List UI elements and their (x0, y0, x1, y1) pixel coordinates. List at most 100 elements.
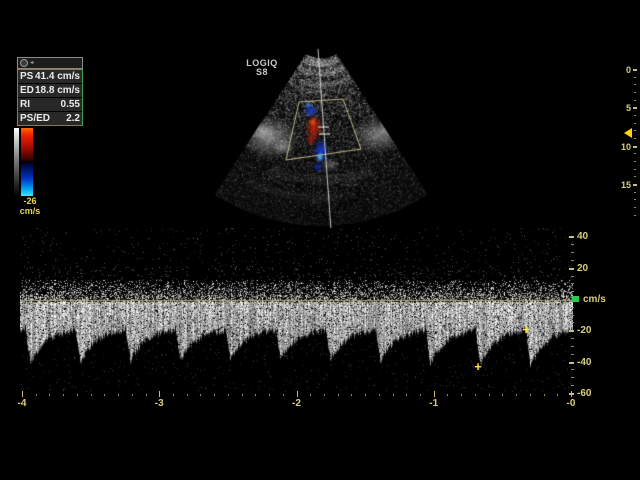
measurement-value: 18.8 cm/s (35, 85, 80, 96)
velocity-tick (569, 268, 574, 270)
velocity-tick (571, 338, 574, 339)
time-tick (242, 394, 243, 396)
velocity-tick (569, 330, 574, 332)
time-tick (530, 394, 531, 396)
time-axis-label: -0 (562, 399, 580, 409)
time-tick (297, 391, 298, 397)
time-tick (516, 394, 517, 396)
time-tick (104, 394, 105, 396)
velocity-tick (571, 244, 574, 245)
depth-tick (634, 123, 636, 124)
velocity-tick (571, 377, 574, 378)
time-tick (77, 394, 78, 396)
time-tick (502, 394, 503, 396)
depth-tick (633, 69, 637, 71)
time-tick (269, 394, 270, 396)
velocity-axis-label: 40 (577, 232, 588, 242)
depth-tick (634, 153, 636, 154)
time-tick (338, 394, 339, 396)
measurement-row: PS41.4 cm/s (18, 70, 82, 84)
time-axis-label: -4 (13, 399, 31, 409)
depth-scale-label: 0 (617, 66, 631, 75)
depth-tick (634, 115, 636, 116)
time-axis-label: -1 (425, 399, 443, 409)
velocity-axis-label: -20 (577, 326, 591, 336)
velocity-tick (571, 283, 574, 284)
ed-caliper-icon[interactable]: + (520, 324, 532, 336)
velocity-tick (571, 354, 574, 355)
baseline-position-marker[interactable] (572, 296, 579, 302)
time-tick (228, 394, 229, 396)
depth-tick (633, 107, 637, 109)
velocity-tick (569, 236, 574, 238)
time-tick (283, 394, 284, 396)
time-tick (36, 394, 37, 396)
machine-model-label: LOGIQ S8 (240, 59, 284, 77)
depth-tick (633, 146, 637, 148)
velocity-tick (569, 362, 574, 364)
measurement-value: 2.2 (66, 113, 80, 124)
time-tick (489, 394, 490, 396)
measurement-row: ED18.8 cm/s (18, 84, 82, 98)
time-tick (200, 394, 201, 396)
measurement-label: RI (20, 99, 30, 110)
spectral-doppler-display[interactable] (20, 228, 573, 392)
time-tick (434, 391, 435, 397)
machine-model: S8 (240, 68, 284, 77)
velocity-axis-label: -40 (577, 358, 591, 368)
velocity-tick (571, 369, 574, 370)
focus-position-icon[interactable] (624, 128, 632, 138)
measurement-label: PS (20, 71, 33, 82)
measurement-row: PS/ED 2.2 (18, 112, 82, 125)
depth-tick (634, 169, 636, 170)
time-tick (22, 391, 23, 397)
time-tick (351, 394, 352, 396)
depth-scale-label: 10 (617, 143, 631, 152)
time-tick (420, 394, 421, 396)
velocity-tick (571, 346, 574, 347)
depth-tick (634, 176, 636, 177)
depth-tick (634, 207, 636, 208)
measurement-row: RI 0.55 (18, 98, 82, 112)
time-tick (324, 394, 325, 396)
time-tick (118, 394, 119, 396)
time-tick (255, 394, 256, 396)
depth-tick (634, 130, 636, 131)
measurement-label: PS/ED (20, 113, 50, 124)
time-tick (310, 394, 311, 396)
color-scale-label: -26 cm/s (10, 196, 50, 216)
ultrasound-screen: ⌖ PS41.4 cm/sED18.8 cm/sRI0.55PS/ED2.2 -… (0, 0, 640, 480)
velocity-tick (571, 307, 574, 308)
depth-scale-label: 15 (617, 181, 631, 190)
time-tick (132, 394, 133, 396)
time-tick (557, 394, 558, 396)
depth-scale-label: 5 (617, 104, 631, 113)
measurement-label: ED (20, 85, 34, 96)
results-panel-header[interactable]: ⌖ (17, 57, 83, 69)
velocity-axis-label: -60 (577, 389, 591, 399)
measurement-value: 41.4 cm/s (35, 71, 80, 82)
depth-tick (634, 92, 636, 93)
color-doppler-scale-bar (21, 128, 33, 196)
depth-tick (634, 138, 636, 139)
trackball-dot-icon (20, 59, 28, 67)
velocity-axis-label: 20 (577, 264, 588, 274)
time-tick (214, 394, 215, 396)
time-tick (49, 394, 50, 396)
time-tick (393, 394, 394, 396)
depth-tick (634, 192, 636, 193)
time-tick (159, 391, 160, 397)
time-tick (544, 394, 545, 396)
time-tick (187, 394, 188, 396)
time-tick (571, 391, 572, 397)
ps-caliper-icon[interactable]: + (472, 361, 484, 373)
velocity-tick (571, 276, 574, 277)
time-tick (173, 394, 174, 396)
measurement-results-panel: ⌖ PS41.4 cm/sED18.8 cm/sRI0.55PS/ED2.2 (17, 57, 83, 126)
depth-tick (634, 161, 636, 162)
time-tick (379, 394, 380, 396)
depth-tick (633, 184, 637, 186)
bmode-sector-image[interactable] (200, 45, 445, 235)
depth-tick (634, 77, 636, 78)
measurement-value: 0.55 (61, 99, 80, 110)
